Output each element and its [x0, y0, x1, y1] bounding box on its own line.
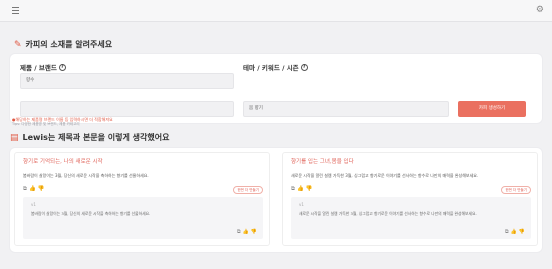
version-actions: ⧉ 👍 👎: [505, 229, 525, 235]
copy-icon[interactable]: ⧉: [291, 186, 295, 193]
gear-icon[interactable]: ⚙: [536, 5, 544, 15]
theme-input[interactable]: 봄 향기: [243, 101, 449, 117]
generate-button[interactable]: 카피 생성하기: [458, 101, 526, 117]
version-body: 봄바람이 살랑이는 3월, 당신의 새로운 시작을 축하하는 향기를 선물하세요…: [31, 211, 151, 216]
result-card-actions: ⧉ 👍 👎: [23, 186, 45, 193]
regenerate-button[interactable]: 한번 더 만들기: [501, 186, 531, 194]
result-card-title: 향기로 기억되는, 나의 새로운 시작: [23, 159, 103, 165]
help-icon[interactable]: ?: [300, 63, 308, 71]
regenerate-button[interactable]: 한번 더 만들기: [233, 186, 263, 194]
version-actions: ⧉ 👍 👎: [237, 229, 257, 235]
section-title-text: Lewis는 제목과 본문을 이렇게 생각했어요: [22, 133, 170, 142]
result-card: 향기를 입는 그녀,봄을 입다 새로운 시작을 알린 설렘 가득한 3월, 싱그…: [282, 152, 538, 246]
thumbs-down-icon[interactable]: 👎: [519, 229, 525, 235]
result-card: 향기로 기억되는, 나의 새로운 시작 봄바람이 살랑이는 3월, 당신의 새로…: [14, 152, 270, 246]
version-body: 새로운 시작을 알린 설렘 가득한 3월, 싱그럽고 향기로운 이야기를 선사하…: [299, 211, 477, 216]
pen-icon: ✎: [14, 39, 22, 50]
copy-icon[interactable]: ⧉: [23, 186, 27, 193]
theme-label-text: 테마 / 키워드 / 시즌: [243, 64, 299, 72]
product-label: 제품 / 브랜드 ?: [20, 62, 66, 72]
thumbs-up-icon[interactable]: 👍: [243, 229, 249, 235]
version-box: v1 봄바람이 살랑이는 3월, 당신의 새로운 시작을 축하하는 향기를 선물…: [23, 197, 263, 239]
result-card-body: 새로운 시작을 알린 설렘 가득한 3월, 싱그럽고 향기로운 이야기를 선사하…: [291, 173, 479, 178]
version-label: v1: [299, 202, 304, 207]
version-label: v1: [31, 202, 36, 207]
product-label-text: 제품 / 브랜드: [20, 64, 57, 72]
product-input-secondary[interactable]: [20, 101, 234, 117]
section-title-text: 카피의 소재를 알려주세요: [25, 40, 113, 49]
document-icon: ▤: [10, 132, 19, 143]
thumbs-up-icon[interactable]: 👍: [511, 229, 517, 235]
version-box: v1 새로운 시작을 알린 설렘 가득한 3월, 싱그럽고 향기로운 이야기를 …: [291, 197, 531, 239]
thumbs-up-icon[interactable]: 👍: [29, 186, 36, 193]
menu-icon[interactable]: [12, 7, 19, 14]
result-card-actions: ⧉ 👍 👎: [291, 186, 313, 193]
top-bar: ⚙: [0, 0, 552, 22]
product-input[interactable]: 향수: [20, 73, 234, 89]
section-title-input: ✎ 카피의 소재를 알려주세요: [14, 39, 112, 50]
theme-label: 테마 / 키워드 / 시즌 ?: [243, 62, 308, 72]
input-tip: Tips: 다양한 제품명 및 브랜드, 제품 카테고리: [12, 122, 80, 126]
copy-icon[interactable]: ⧉: [505, 229, 509, 235]
thumbs-down-icon[interactable]: 👎: [38, 186, 45, 193]
section-title-results: ▤ Lewis는 제목과 본문을 이렇게 생각했어요: [10, 132, 169, 143]
thumbs-down-icon[interactable]: 👎: [251, 229, 257, 235]
thumbs-down-icon[interactable]: 👎: [306, 186, 313, 193]
help-icon[interactable]: ?: [58, 63, 66, 71]
result-card-body: 봄바람이 살랑이는 3월, 당신의 새로운 시작을 축하하는 향기를 선물하세요…: [23, 173, 149, 178]
result-card-title: 향기를 입는 그녀,봄을 입다: [291, 159, 354, 165]
copy-icon[interactable]: ⧉: [237, 229, 241, 235]
thumbs-up-icon[interactable]: 👍: [297, 186, 304, 193]
